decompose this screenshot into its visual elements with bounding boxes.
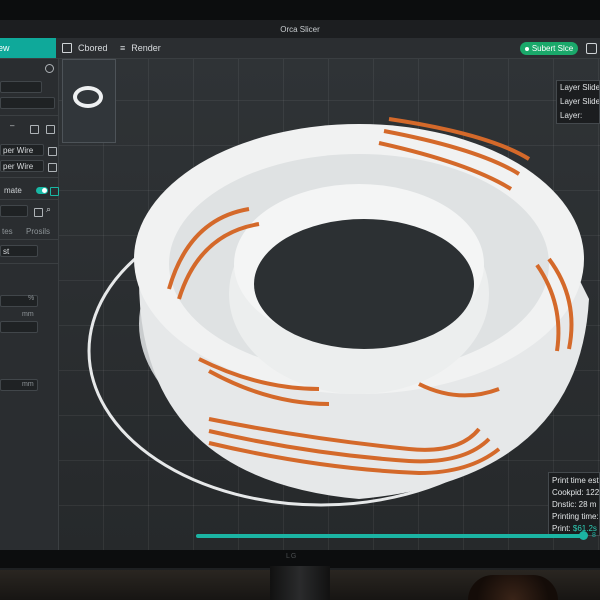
tab-profiles[interactable]: Prosils [26,227,50,236]
filament-select-2[interactable]: per Wire [0,160,44,172]
layer-slider-panel: Layer Slider Layer Slider Layer: [556,80,600,124]
automate-toggle[interactable] [36,187,48,194]
thumbnail-model [73,86,103,108]
window-title-bar: Orca Slicer [0,20,600,38]
render-icon: ≡ [120,43,126,53]
profile-field[interactable]: st [0,245,38,257]
printer-field[interactable] [0,81,42,93]
tab-preview[interactable]: Cbored [62,38,108,58]
progress-handle[interactable] [579,531,589,540]
slice-button[interactable]: Subert Slce [520,42,578,55]
estimate-distance: Dnstic: 28 m [552,500,597,509]
layer-slider-label: Layer Slider [560,97,600,106]
monitor-logo: LG [286,553,298,560]
mm-unit: mm [22,311,34,318]
app-window: Orca Slicer iew Cbored ≡ Render Subert S… [0,20,600,550]
tab-render-label: Render [131,43,161,53]
top-toolbar: iew Cbored ≡ Render Subert Slce [0,38,600,59]
slice-button-label: Subert Slce [531,44,574,53]
tab-prepare-label: iew [0,43,10,53]
progress-fill [196,534,585,538]
search-icon[interactable]: ⌕ [46,204,51,215]
estimate-cooldown: Cookpid: 122 [552,488,600,497]
edit-icon[interactable] [48,163,57,172]
profile-field-text: st [3,247,10,256]
tab-render[interactable]: ≡ Render [120,38,161,58]
minus-icon[interactable]: – [10,121,14,130]
estimate-print-label: Print: [552,524,571,533]
estimate-title: Print time est [552,476,599,485]
percent-unit: % [28,295,35,302]
list-icon[interactable] [46,125,55,134]
filament-1-label: per Wire [3,146,34,155]
tab-prepare[interactable]: iew [0,38,56,58]
inner-ring-hole [254,219,474,349]
settings-icon[interactable] [586,43,597,54]
plate-thumbnail[interactable] [62,59,116,143]
mm-unit: mm [22,381,34,388]
layer-height-field[interactable] [0,321,38,333]
automate-label: mate [4,186,22,195]
estimate-printing-time: Printing time: [552,512,599,521]
filter-icon[interactable] [50,187,59,196]
model-render [87,117,589,507]
monitor-stand [270,566,330,600]
3d-viewport[interactable] [59,59,600,550]
plate-field[interactable] [0,97,55,109]
slice-icon [524,46,529,51]
filament-select-1[interactable]: per Wire [0,144,44,156]
layer-slider-label: Layer Slider [560,83,600,92]
edit-icon[interactable] [48,147,57,156]
preview-icon [62,43,72,53]
print-estimate-panel: Print time est Cookpid: 122 Dnstic: 28 m… [548,472,600,536]
folder-icon[interactable] [34,208,43,217]
progress-label: 8 [592,532,596,539]
monitor: Orca Slicer iew Cbored ≡ Render Subert S… [0,0,600,570]
wire-spool [468,575,558,600]
tab-quality[interactable]: tes [2,227,13,236]
layer-label: Layer: [560,111,583,120]
window-title: Orca Slicer [280,24,320,34]
filament-2-label: per Wire [3,162,34,171]
layer-progress-slider[interactable] [196,531,589,540]
search-field[interactable] [0,205,28,217]
save-icon[interactable] [30,125,39,134]
tab-preview-label: Cbored [78,43,108,53]
info-icon[interactable] [45,64,54,73]
left-settings-panel: – per Wire per Wire mate ⌕ tes Prosils s… [0,59,59,550]
